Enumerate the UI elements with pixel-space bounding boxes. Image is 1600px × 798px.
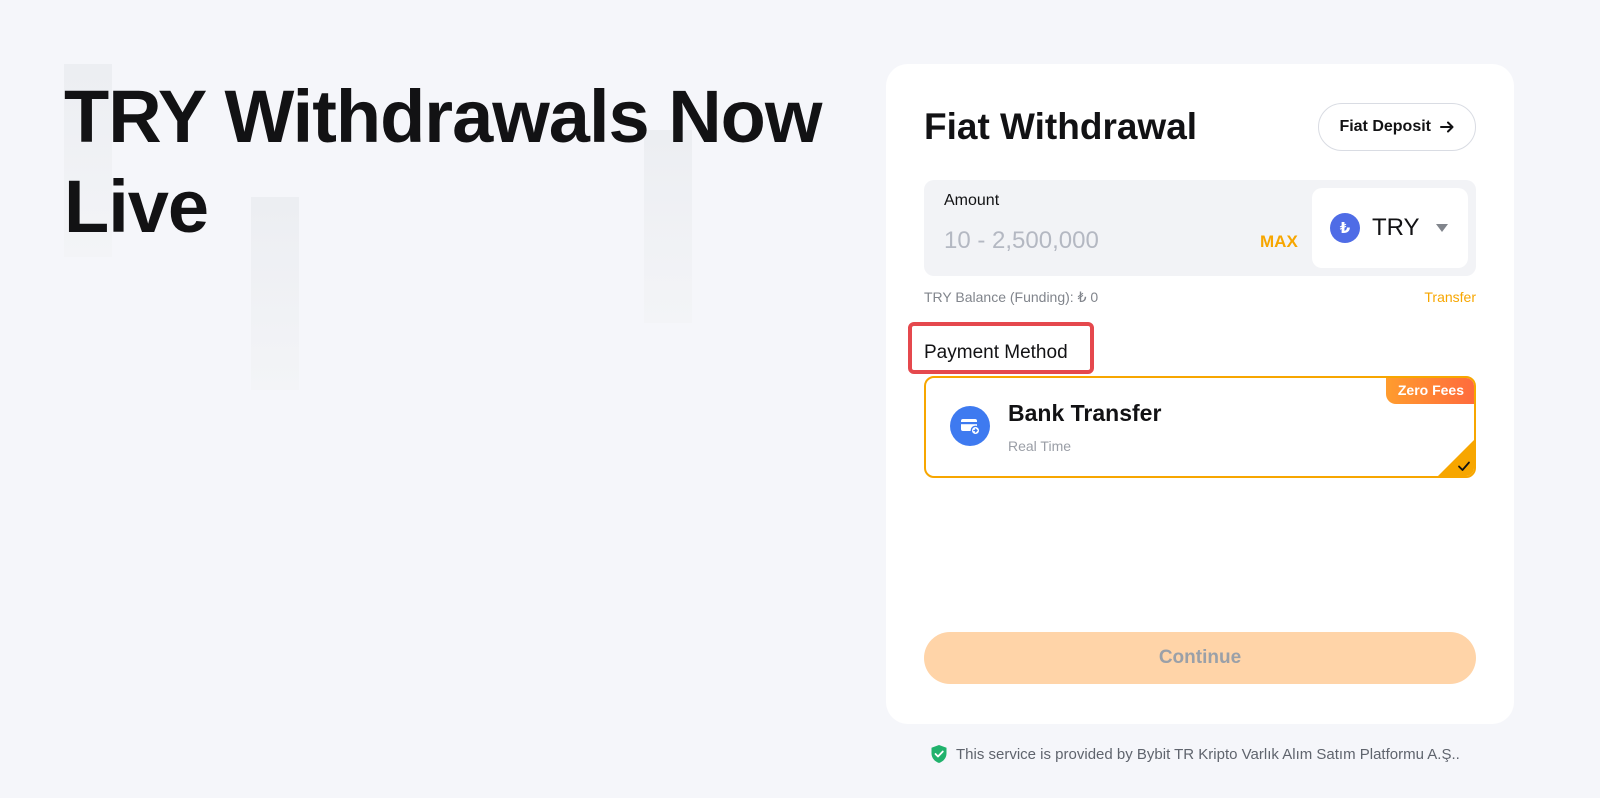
shield-check-icon [931, 745, 947, 763]
caret-down-icon [1435, 224, 1448, 232]
amount-field: Amount MAX ₺ TRY [924, 180, 1476, 276]
checkmark-icon [1458, 461, 1470, 471]
balance-row: TRY Balance (Funding): ₺ 0 Transfer [924, 289, 1476, 306]
transfer-link[interactable]: Transfer [1424, 289, 1476, 306]
payment-option-subtitle: Real Time [1008, 438, 1072, 454]
footer-note: This service is provided by Bybit TR Kri… [930, 744, 1460, 764]
continue-button[interactable]: Continue [924, 632, 1476, 684]
max-button[interactable]: MAX [1260, 232, 1298, 252]
fiat-deposit-label: Fiat Deposit [1339, 118, 1431, 135]
fiat-deposit-button[interactable]: Fiat Deposit [1318, 103, 1476, 151]
footer-text: This service is provided by Bybit TR Kri… [956, 745, 1460, 763]
withdrawal-card: Fiat Withdrawal Fiat Deposit Amount MAX … [886, 64, 1514, 724]
hero-title: TRY Withdrawals Now Live [64, 75, 822, 248]
payment-option-bank-transfer[interactable]: Bank Transfer Real Time Zero Fees [924, 376, 1476, 478]
zero-fees-badge: Zero Fees [1385, 378, 1474, 404]
payment-option-title: Bank Transfer [1008, 400, 1162, 426]
bank-card-icon [950, 406, 990, 446]
currency-code: TRY [1372, 214, 1420, 241]
lira-coin-icon: ₺ [1330, 213, 1360, 243]
amount-input[interactable] [944, 224, 1244, 258]
balance-text: TRY Balance (Funding): ₺ 0 [924, 289, 1099, 305]
card-title: Fiat Withdrawal [924, 106, 1198, 147]
currency-select[interactable]: ₺ TRY [1312, 188, 1468, 268]
payment-method-label: Payment Method [924, 342, 1068, 363]
amount-label: Amount [944, 192, 1000, 209]
arrow-right-icon [1440, 121, 1454, 133]
